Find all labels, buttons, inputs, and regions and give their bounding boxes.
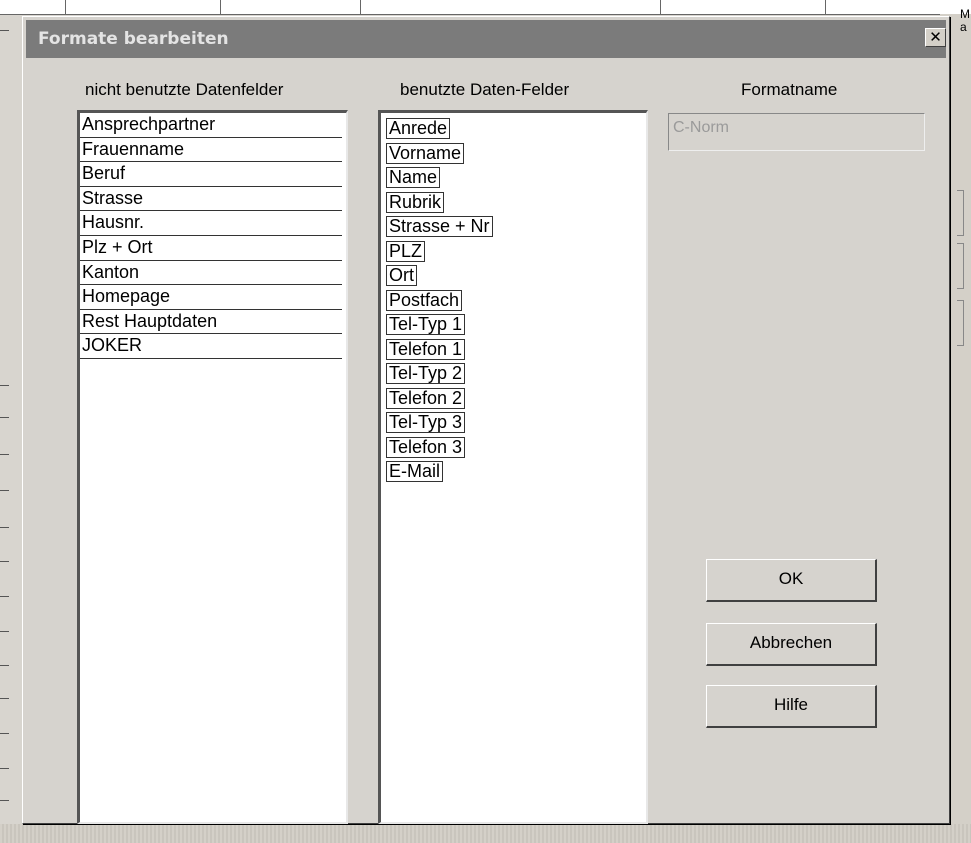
background-text-2: a <box>960 20 967 34</box>
list-item[interactable]: Strasse + Nr <box>386 216 493 237</box>
list-item[interactable]: Telefon 1 <box>386 338 466 360</box>
background-button <box>957 190 964 236</box>
close-icon: ✕ <box>929 28 942 46</box>
background-status-area <box>0 824 971 843</box>
ok-button[interactable]: OK <box>706 559 877 602</box>
list-item[interactable]: E-Mail <box>386 461 444 482</box>
unused-fields-list[interactable]: Ansprechpartner Frauenname Beruf Strasse… <box>77 110 348 824</box>
list-item[interactable]: Rubrik <box>386 191 445 213</box>
background-button <box>957 243 964 289</box>
list-item[interactable]: JOKER <box>80 334 342 359</box>
cancel-button[interactable]: Abbrechen <box>706 623 877 666</box>
list-item[interactable]: Kanton <box>80 261 342 286</box>
header-divider <box>65 0 66 14</box>
header-divider <box>660 0 661 14</box>
list-item[interactable]: Ansprechpartner <box>80 113 342 138</box>
format-name-field[interactable]: C-Norm <box>668 113 925 151</box>
background-right-text: M. a <box>960 8 971 34</box>
header-divider <box>825 0 826 14</box>
format-name-label: Formatname <box>741 80 838 99</box>
list-item[interactable]: Tel-Typ 2 <box>386 363 466 384</box>
unused-fields-label: nicht benutzte Datenfelder <box>85 80 284 99</box>
list-item[interactable]: Strasse <box>80 187 342 212</box>
list-item[interactable]: Telefon 2 <box>386 387 466 409</box>
list-item[interactable]: Telefon 3 <box>386 436 466 458</box>
list-item[interactable]: Plz + Ort <box>80 236 342 261</box>
used-fields-label: benutzte Daten-Felder <box>400 80 570 99</box>
list-item[interactable]: Postfach <box>386 289 463 311</box>
dialog-title: Formate bearbeiten <box>38 29 229 49</box>
background-row-ticks <box>0 0 10 843</box>
list-item[interactable]: Tel-Typ 3 <box>386 412 466 433</box>
list-item[interactable]: Anrede <box>386 118 451 139</box>
close-button[interactable]: ✕ <box>925 28 946 47</box>
list-item[interactable]: Ort <box>386 265 417 286</box>
list-item[interactable]: Name <box>386 167 441 188</box>
list-item[interactable]: Frauenname <box>80 138 342 163</box>
dialog-titlebar[interactable]: Formate bearbeiten ✕ <box>26 20 946 58</box>
background-button <box>957 300 964 346</box>
help-button[interactable]: Hilfe <box>706 685 877 728</box>
header-divider <box>360 0 361 14</box>
list-item[interactable]: PLZ <box>386 240 426 262</box>
list-item[interactable]: Rest Hauptdaten <box>80 310 342 335</box>
format-edit-dialog: Formate bearbeiten ✕ nicht benutzte Date… <box>22 16 950 824</box>
header-divider <box>220 0 221 14</box>
used-fields-list[interactable]: Anrede Vorname Name Rubrik Strasse + Nr … <box>378 110 648 824</box>
list-item[interactable]: Homepage <box>80 285 342 310</box>
background-table-header <box>0 0 971 15</box>
list-item[interactable]: Vorname <box>386 142 465 164</box>
list-item[interactable]: Hausnr. <box>80 211 342 236</box>
list-item[interactable]: Beruf <box>80 162 342 187</box>
list-item[interactable]: Tel-Typ 1 <box>386 314 466 335</box>
